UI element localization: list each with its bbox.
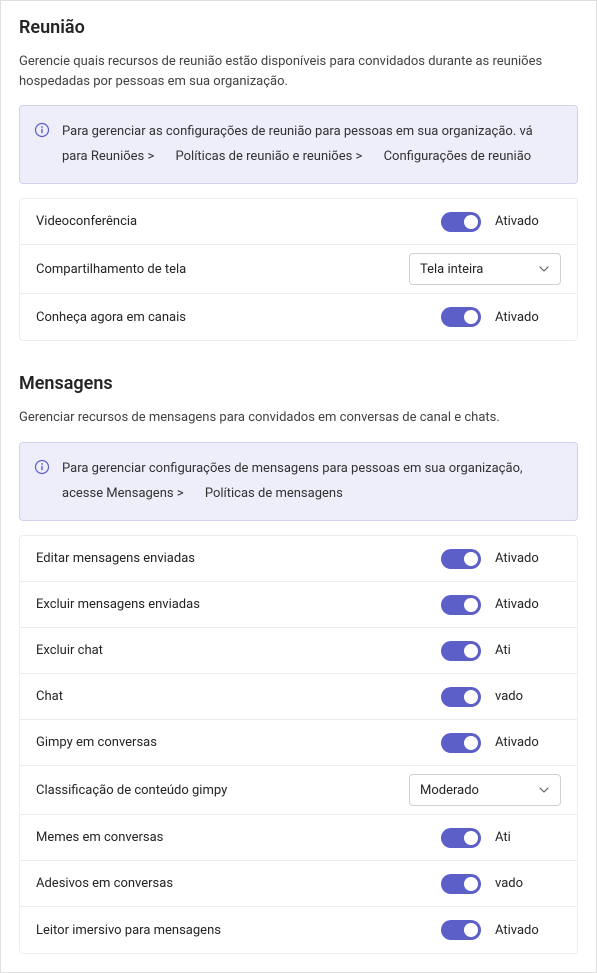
setting-control: Moderado [409,774,561,806]
setting-control: Tela inteira [409,253,561,285]
select-value: Tela inteira [420,262,483,277]
toggle-status-label: Ativado [495,551,550,566]
messaging-info-box: Para gerenciar configurações de mensagen… [19,442,578,521]
toggle-gimpy[interactable] [441,733,481,753]
setting-control: Ati [441,641,561,661]
select-screenshare[interactable]: Tela inteira [409,253,561,285]
setting-row-stickers: Adesivos em conversas vado [20,861,577,907]
meeting-info-box: Para gerenciar as configurações de reuni… [19,105,578,184]
settings-page: Reunião Gerencie quais recursos de reuni… [0,0,597,973]
toggle-edit-messages[interactable] [441,549,481,569]
setting-label: Excluir mensagens enviadas [36,597,200,612]
setting-control: Ativado [441,212,561,232]
setting-label: Gimpy em conversas [36,735,157,750]
toggle-status-label: Ati [495,830,550,845]
toggle-videoconference[interactable] [441,212,481,232]
setting-control: Ativado [441,920,561,940]
toggle-status-label: Ativado [495,597,550,612]
toggle-status-label: vado [495,876,550,891]
setting-row-memes: Memes em conversas Ati [20,815,577,861]
toggle-status-label: Ativado [495,310,550,325]
setting-label: Chat [36,689,63,704]
setting-control: Ativado [441,595,561,615]
chevron-down-icon [538,784,550,796]
setting-control: vado [441,687,561,707]
setting-control: vado [441,874,561,894]
messaging-settings-list: Editar mensagens enviadas Ativado Exclui… [19,535,578,954]
setting-control: Ati [441,828,561,848]
meeting-settings-list: Videoconferência Ativado Compartilhament… [19,198,578,341]
toggle-immersive-reader[interactable] [441,920,481,940]
setting-label: Classificação de conteúdo gimpy [36,783,227,798]
setting-label: Conheça agora em canais [36,310,186,325]
messaging-section: Mensagens Gerenciar recursos de mensagen… [19,373,578,954]
setting-label: Compartilhamento de tela [36,262,186,277]
setting-row-delete-messages: Excluir mensagens enviadas Ativado [20,582,577,628]
setting-label: Editar mensagens enviadas [36,551,195,566]
meeting-description: Gerencie quais recursos de reunião estão… [19,52,578,91]
toggle-stickers[interactable] [441,874,481,894]
chevron-down-icon [538,263,550,275]
select-value: Moderado [420,783,479,798]
toggle-chat[interactable] [441,687,481,707]
messaging-title: Mensagens [19,373,578,394]
toggle-meetnow[interactable] [441,307,481,327]
toggle-delete-messages[interactable] [441,595,481,615]
setting-control: Ativado [441,307,561,327]
toggle-status-label: Ati [495,643,550,658]
toggle-memes[interactable] [441,828,481,848]
setting-row-chat: Chat vado [20,674,577,720]
info-icon [34,122,50,138]
setting-label: Memes em conversas [36,830,163,845]
select-gimpy-rating[interactable]: Moderado [409,774,561,806]
toggle-status-label: Ativado [495,923,550,938]
meeting-info-text: Para gerenciar as configurações de reuni… [62,120,561,169]
setting-label: Excluir chat [36,643,103,658]
setting-control: Ativado [441,733,561,753]
messaging-info-text: Para gerenciar configurações de mensagen… [62,457,561,506]
setting-label: Leitor imersivo para mensagens [36,923,221,938]
toggle-status-label: vado [495,689,550,704]
setting-control: Ativado [441,549,561,569]
meeting-title: Reunião [19,17,578,38]
setting-row-videoconference: Videoconferência Ativado [20,199,577,245]
setting-row-delete-chat: Excluir chat Ati [20,628,577,674]
setting-row-gimpy: Gimpy em conversas Ativado [20,720,577,766]
setting-row-edit-messages: Editar mensagens enviadas Ativado [20,536,577,582]
setting-label: Adesivos em conversas [36,876,173,891]
setting-row-gimpy-rating: Classificação de conteúdo gimpy Moderado [20,766,577,815]
setting-label: Videoconferência [36,214,137,229]
toggle-delete-chat[interactable] [441,641,481,661]
toggle-status-label: Ativado [495,214,550,229]
setting-row-screenshare: Compartilhamento de tela Tela inteira [20,245,577,294]
meeting-section: Reunião Gerencie quais recursos de reuni… [19,17,578,341]
setting-row-meetnow: Conheça agora em canais Ativado [20,294,577,340]
setting-row-immersive-reader: Leitor imersivo para mensagens Ativado [20,907,577,953]
info-icon [34,459,50,475]
toggle-status-label: Ativado [495,735,550,750]
messaging-description: Gerenciar recursos de mensagens para con… [19,408,578,428]
